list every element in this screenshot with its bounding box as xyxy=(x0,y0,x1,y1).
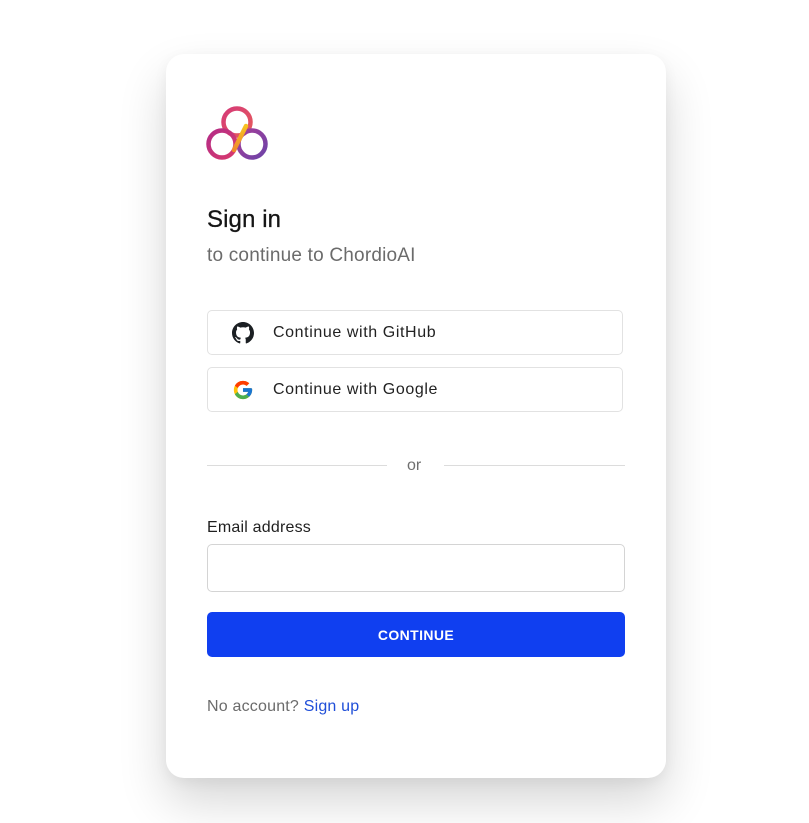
continue-with-google-button[interactable]: Continue with Google xyxy=(207,367,623,412)
email-label: Email address xyxy=(207,519,311,536)
divider-line-right xyxy=(444,465,625,466)
continue-with-github-button[interactable]: Continue with GitHub xyxy=(207,310,623,355)
page-subtitle: to continue to ChordioAI xyxy=(207,245,416,266)
sign-up-link[interactable]: Sign up xyxy=(304,698,360,715)
page-title: Sign in xyxy=(207,206,282,233)
sign-in-card: Sign in to continue to ChordioAI Continu… xyxy=(166,54,666,778)
signup-prompt: No account? Sign up xyxy=(207,698,359,716)
google-icon xyxy=(233,380,253,400)
chordio-logo-icon xyxy=(206,106,268,160)
or-divider: or xyxy=(207,456,625,476)
github-button-label: Continue with GitHub xyxy=(273,324,437,341)
email-field[interactable] xyxy=(207,544,625,592)
divider-text: or xyxy=(407,457,422,474)
google-button-label: Continue with Google xyxy=(273,381,438,398)
continue-button[interactable]: CONTINUE xyxy=(207,612,625,657)
github-icon xyxy=(232,322,254,344)
divider-line-left xyxy=(207,465,387,466)
no-account-text: No account? xyxy=(207,698,300,715)
